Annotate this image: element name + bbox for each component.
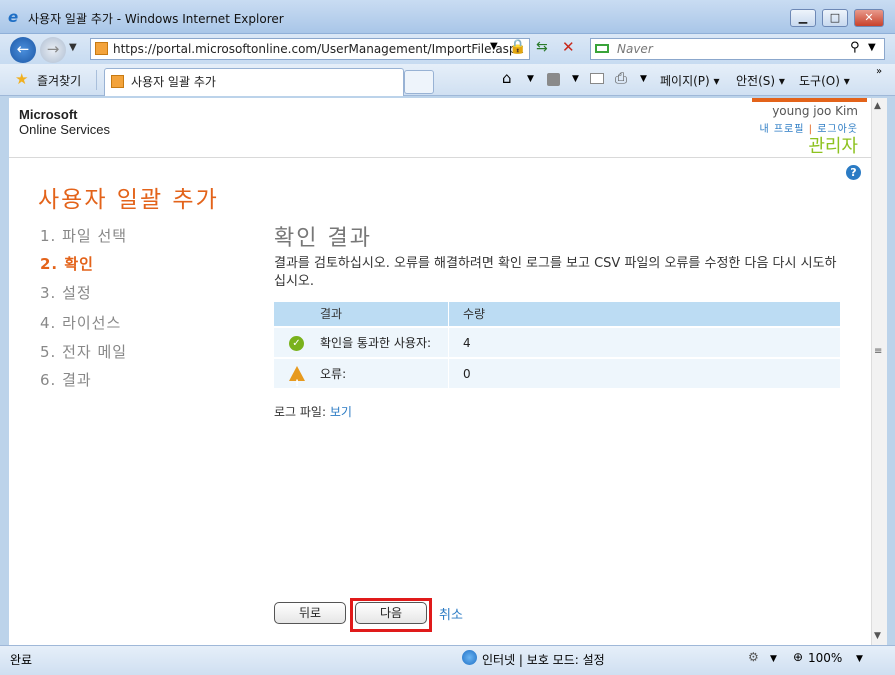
security-zone-text[interactable]: 인터넷 | 보호 모드: 설정 (482, 651, 605, 668)
section-title: 확인 결과 (274, 226, 372, 251)
my-profile-link[interactable]: 내 프로필 (759, 124, 804, 135)
search-options-icon[interactable]: ▼ (868, 42, 876, 53)
status-dropdown-icon[interactable]: ▼ (770, 654, 777, 664)
window-title: 사용자 일괄 추가 - Windows Internet Explorer (28, 12, 284, 26)
status-bar (0, 645, 895, 675)
recent-pages-dropdown-icon[interactable]: ▼ (69, 42, 77, 53)
zoom-dropdown-icon[interactable]: ▼ (856, 654, 863, 664)
search-input[interactable]: Naver (590, 38, 885, 60)
page-menu[interactable]: 페이지(P) ▾ (660, 72, 720, 89)
check-icon: ✓ (289, 336, 304, 351)
row-label-cell: ✓ 확인을 통과한 사용자: (274, 328, 449, 357)
forward-nav-button[interactable]: → (40, 37, 66, 63)
favorites-button[interactable]: 즐겨찾기 (37, 72, 81, 89)
new-tab-button[interactable] (404, 70, 434, 94)
wizard-step-1: 1. 파일 선택 (40, 227, 128, 245)
cancel-link[interactable]: 취소 (439, 604, 463, 623)
results-table: 결과 수량 ✓ 확인을 통과한 사용자: 4 ! 오류: 0 (274, 302, 840, 389)
page-title: 사용자 일괄 추가 (38, 187, 219, 213)
wizard-step-3: 3. 설정 (40, 284, 92, 302)
address-dropdown-icon[interactable]: ▼ (490, 41, 498, 52)
address-input[interactable]: https://portal.microsoftonline.com/UserM… (90, 38, 530, 60)
zoom-level[interactable]: 100% (808, 651, 842, 665)
wizard-step-4: 4. 라이선스 (40, 314, 122, 332)
role-label: 관리자 (808, 136, 858, 157)
tab-favicon-icon (111, 75, 124, 88)
errors-count: 0 (463, 367, 471, 381)
maximize-button[interactable]: □ (822, 9, 848, 27)
site-header (9, 98, 871, 158)
log-file-line: 로그 파일: 보기 (274, 403, 352, 420)
tools-menu[interactable]: 도구(O) ▾ (799, 72, 850, 89)
view-log-link[interactable]: 보기 (330, 405, 352, 419)
passed-users-label: 확인을 통과한 사용자: (320, 336, 432, 350)
wizard-step-5: 5. 전자 메일 (40, 343, 128, 361)
feeds-icon[interactable] (547, 73, 560, 86)
protected-mode-icon[interactable]: ⚙ (748, 650, 759, 664)
zoom-icon[interactable]: ⊕ (793, 650, 803, 664)
print-icon[interactable]: ⎙ (615, 69, 627, 87)
mail-icon[interactable] (590, 73, 604, 84)
site-favicon-icon (95, 42, 108, 55)
print-dropdown-icon[interactable]: ▼ (640, 74, 647, 84)
scroll-up-icon[interactable]: ▲ (874, 101, 881, 111)
safety-menu[interactable]: 안전(S) ▾ (736, 72, 785, 89)
favorites-divider (96, 70, 97, 90)
ie-logo-icon: e (8, 8, 19, 26)
table-row: ! 오류: 0 (274, 357, 840, 389)
search-icon[interactable]: ⚲ (850, 40, 860, 55)
passed-users-count: 4 (463, 336, 471, 350)
header-count: 수량 (463, 307, 486, 321)
logo-line-1: Microsoft (19, 107, 78, 122)
favorites-star-icon[interactable]: ★ (15, 70, 28, 88)
user-name: young joo Kim (772, 104, 858, 118)
feeds-dropdown-icon[interactable]: ▼ (572, 74, 579, 84)
internet-zone-icon (462, 650, 477, 665)
logo-line-2: Online Services (19, 122, 111, 137)
tab-bulk-add-users[interactable]: 사용자 일괄 추가 (104, 68, 404, 96)
table-header: 결과 수량 (274, 302, 840, 326)
refresh-icon[interactable]: ⇆ (536, 39, 548, 55)
scroll-down-icon[interactable]: ▼ (874, 631, 881, 641)
wizard-step-6: 6. 결과 (40, 371, 92, 389)
vertical-scrollbar[interactable] (871, 98, 887, 645)
home-icon[interactable]: ⌂ (502, 69, 512, 87)
wizard-step-2: 2. 확인 (40, 255, 94, 273)
help-icon[interactable]: ? (846, 165, 861, 180)
next-button[interactable]: 다음 (355, 602, 427, 624)
close-button[interactable]: ✕ (854, 9, 884, 27)
scroll-grip-icon[interactable]: ≡ (874, 346, 882, 357)
header-accent-line (752, 98, 867, 102)
log-file-label: 로그 파일: (274, 405, 327, 419)
warning-mark-icon: ! (295, 379, 300, 389)
search-provider-icon (595, 44, 609, 53)
header-result: 결과 (274, 302, 449, 326)
minimize-button[interactable]: ▁ (790, 9, 816, 27)
microsoft-online-logo: Microsoft Online Services (19, 107, 110, 137)
row-label-cell: ! 오류: (274, 359, 449, 389)
lock-icon[interactable]: 🔒 (509, 39, 526, 55)
back-button[interactable]: 뒤로 (274, 602, 346, 624)
table-row: ✓ 확인을 통과한 사용자: 4 (274, 326, 840, 357)
window-frame-left (0, 98, 9, 645)
back-nav-button[interactable]: ← (10, 37, 36, 63)
stop-icon[interactable]: ✕ (562, 38, 575, 56)
errors-label: 오류: (320, 367, 347, 381)
more-commands-icon[interactable]: » (876, 66, 882, 77)
home-dropdown-icon[interactable]: ▼ (527, 74, 534, 84)
section-description: 결과를 검토하십시오. 오류를 해결하려면 확인 로그를 보고 CSV 파일의 … (274, 256, 837, 289)
window-frame-right (887, 98, 895, 645)
status-text: 완료 (10, 653, 33, 667)
